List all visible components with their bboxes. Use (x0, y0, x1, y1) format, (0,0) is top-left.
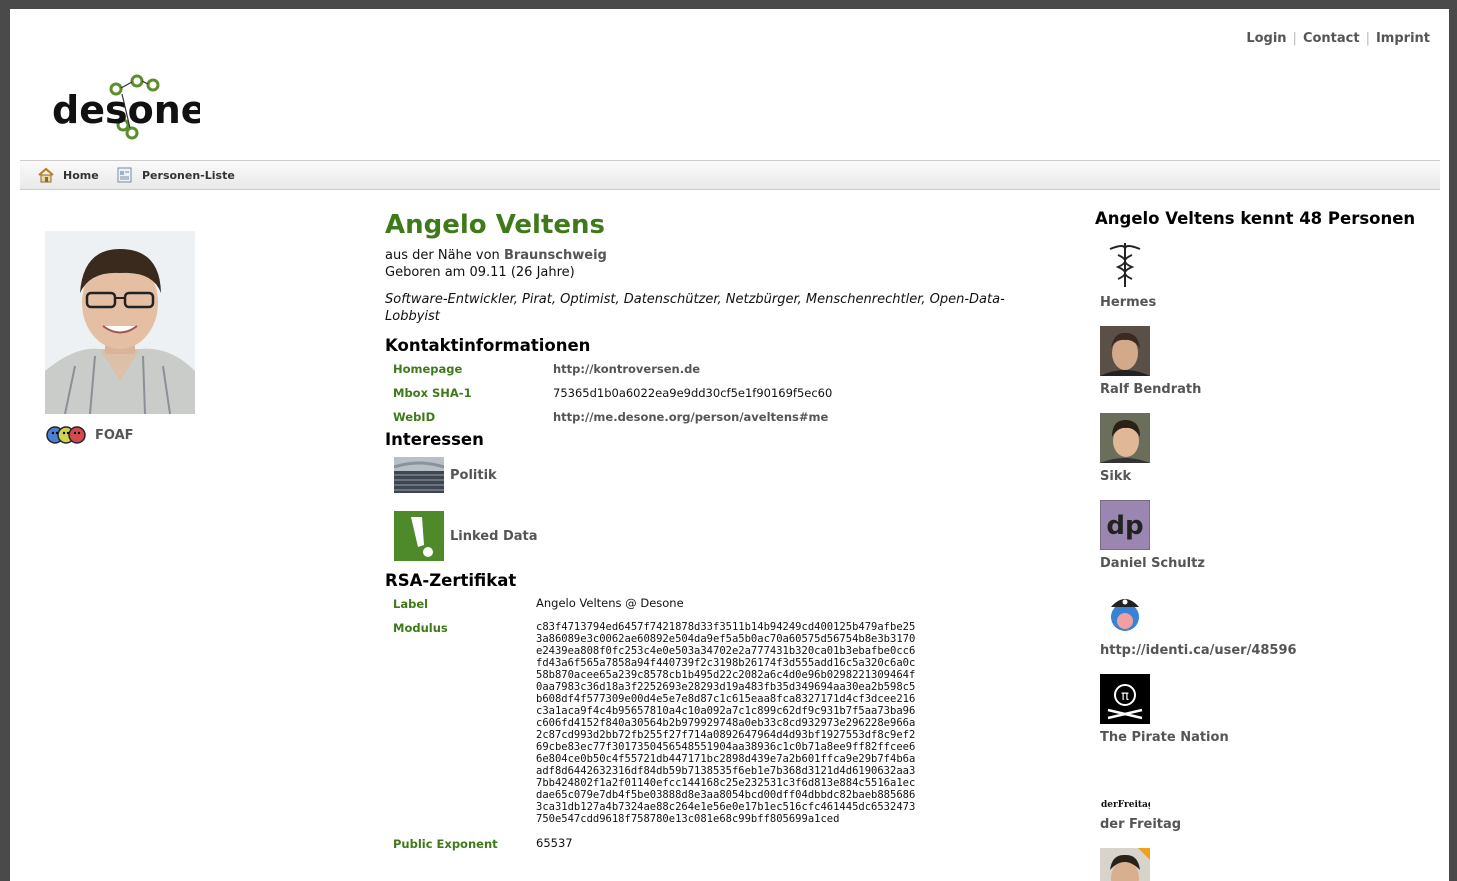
foaf-link[interactable]: FOAF (45, 424, 134, 446)
contact-link[interactable]: Contact (1303, 31, 1360, 46)
interest-item[interactable]: Linked Data (385, 511, 1065, 561)
friends-heading: Angelo Veltens kennt 48 Personen (1095, 209, 1416, 228)
rsa-modulus-value: c83f4713794ed6457f7421878d33f3511b14b942… (536, 621, 916, 825)
friend-card[interactable]: π The Pirate Nation (1100, 674, 1229, 745)
freitag-logo: derFreitag (1100, 761, 1150, 811)
friend-name: Daniel Schultz (1100, 556, 1205, 571)
rsa-modulus-key: Modulus (393, 621, 448, 635)
top-links: Login | Contact | Imprint (1246, 31, 1430, 46)
desone-logo[interactable]: desone (50, 71, 207, 141)
friend-card[interactable]: Sikk (1100, 413, 1150, 484)
dp-logo-text: dp (1106, 511, 1143, 541)
profile-name: Angelo Veltens (385, 210, 605, 240)
dp-logo: dp (1100, 500, 1150, 550)
nav-home[interactable]: Home (37, 167, 99, 183)
pirate-bird-icon (1111, 599, 1139, 631)
nav-home-label: Home (63, 168, 99, 182)
rsa-exponent-key: Public Exponent (393, 837, 498, 851)
foaf-label: FOAF (95, 427, 134, 443)
friend-card[interactable]: Ralf Bendrath (1100, 326, 1201, 397)
list-document-icon (117, 167, 132, 183)
friend-name: Sikk (1100, 469, 1132, 484)
rsa-exponent-value: 65537 (536, 836, 573, 850)
nav-people-list-label: Personen-Liste (142, 168, 235, 182)
linked-data-icon (394, 511, 444, 561)
person-photo (1100, 848, 1150, 881)
login-link[interactable]: Login (1246, 31, 1286, 46)
rsa-row: Public Exponent 65537 (385, 837, 1065, 851)
imprint-link[interactable]: Imprint (1376, 31, 1430, 46)
logo-text: desone (52, 88, 200, 132)
friend-name: Ralf Bendrath (1100, 382, 1202, 397)
profile-photo (45, 231, 195, 414)
contact-label: Homepage (393, 362, 463, 376)
nav-people-list[interactable]: Personen-Liste (116, 167, 235, 183)
profile-location: aus der Nähe von Braunschweig Geboren am… (385, 247, 1065, 281)
contact-table: Homepage http://kontroversen.de Mbox SHA… (385, 357, 1065, 429)
caduceus-icon (1109, 243, 1141, 287)
birth-date: Geboren am 09.11 (26 Jahre) (385, 265, 575, 280)
foaf-icon (46, 426, 86, 444)
home-icon (38, 167, 54, 183)
friend-name: http://identi.ca/user/48596 (1100, 643, 1297, 658)
friend-name: der Freitag (1100, 817, 1182, 832)
svg-text:π: π (1121, 689, 1129, 704)
homepage-link[interactable]: http://kontroversen.de (553, 357, 700, 381)
mbox-value: 75365d1b0a6022ea9e9dd30cf5e1f90169f5ec60 (553, 386, 833, 400)
page: Login | Contact | Imprint desone Home Pe… (10, 9, 1449, 881)
contact-row: WebID http://me.desone.org/person/avelte… (385, 405, 1065, 429)
friend-card[interactable] (1100, 848, 1150, 881)
nav-bar: Home Personen-Liste (20, 160, 1440, 190)
friends-panel: Angelo Veltens kennt 48 Personen Hermes (1095, 209, 1435, 881)
contact-row: Mbox SHA-1 75365d1b0a6022ea9e9dd30cf5e1f… (385, 381, 1065, 405)
parliament-image (394, 457, 444, 493)
rsa-label-value: Angelo Veltens @ Desone (536, 596, 684, 610)
freitag-logo-text: derFreitag (1101, 800, 1150, 810)
friend-card[interactable]: dp Daniel Schultz (1100, 500, 1205, 571)
friend-name: The Pirate Nation (1100, 730, 1229, 745)
rsa-row: Modulus c83f4713794ed6457f7421878d33f351… (385, 621, 1065, 825)
interest-label: Politik (450, 467, 497, 483)
rsa-heading: RSA-Zertifikat (385, 571, 517, 590)
contact-label: Mbox SHA-1 (393, 386, 472, 400)
profile-main: Angelo Veltens aus der Nähe von Braunsch… (385, 209, 1065, 851)
person-photo (1100, 326, 1150, 376)
friend-card[interactable]: derFreitag der Freitag (1100, 761, 1181, 832)
interests-heading: Interessen (385, 430, 484, 449)
friend-card[interactable]: Hermes (1100, 239, 1156, 310)
rsa-label-key: Label (393, 597, 429, 611)
city-link[interactable]: Braunschweig (504, 248, 607, 263)
person-photo (1100, 413, 1150, 463)
friend-name: Hermes (1100, 295, 1157, 310)
rsa-row: Label Angelo Veltens @ Desone (385, 597, 1065, 611)
webid-link[interactable]: http://me.desone.org/person/aveltens#me (553, 405, 828, 429)
friend-card[interactable]: http://identi.ca/user/48596 (1100, 587, 1297, 658)
near-prefix: aus der Nähe von (385, 248, 500, 263)
profile-tags: Software-Entwickler, Pirat, Optimist, Da… (385, 292, 1005, 324)
pirate-flag-icon: π (1100, 674, 1150, 724)
contact-row: Homepage http://kontroversen.de (385, 357, 1065, 381)
interest-item[interactable]: Politik (385, 457, 1065, 493)
contact-heading: Kontaktinformationen (385, 336, 591, 355)
contact-label: WebID (393, 410, 436, 424)
interest-label: Linked Data (450, 528, 538, 544)
